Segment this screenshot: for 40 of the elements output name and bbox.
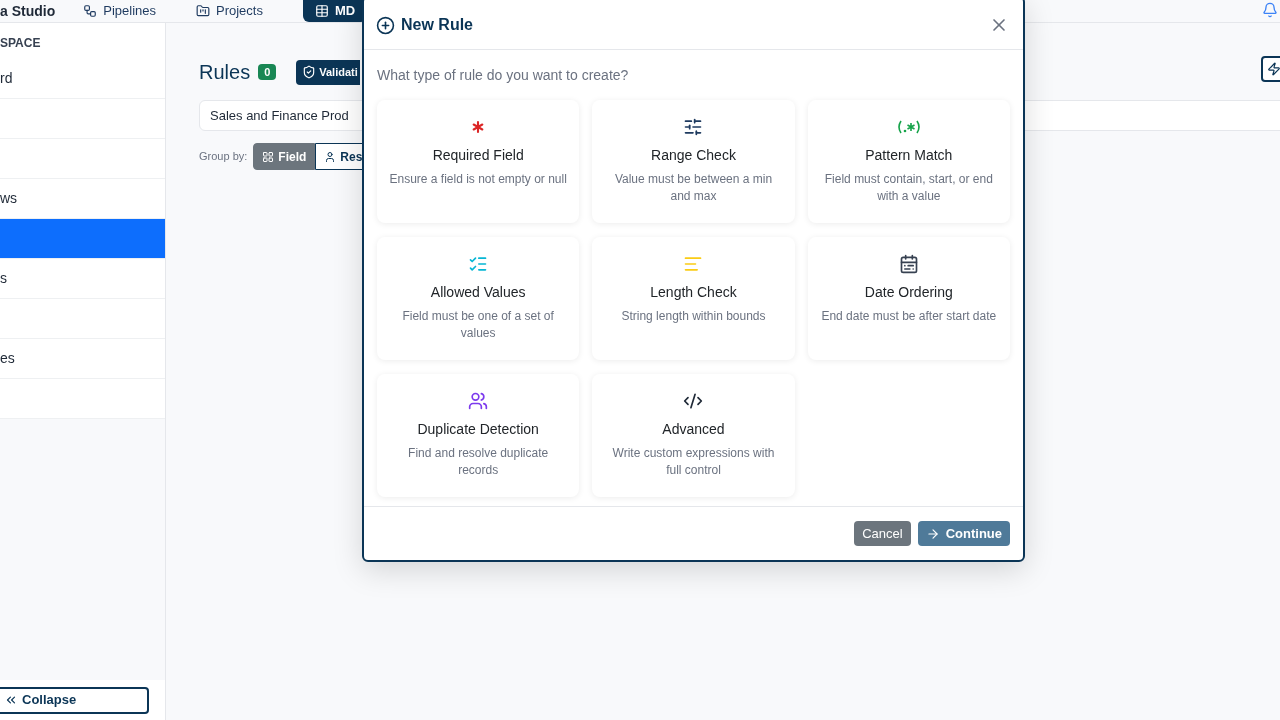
nav-tab[interactable]: Pipelines [71,0,168,22]
nav-icon [314,4,329,18]
count-badge: 0 [258,63,277,81]
rule-type-card[interactable]: Duplicate Detection Find and resolve duplicate records [377,374,580,497]
plus-circle-icon [376,15,395,35]
users-icon [468,391,489,411]
user-icon [324,150,337,163]
rule-type-card[interactable]: Required Field Ensure a field is not empty or null [377,100,580,223]
cancel-button[interactable]: Cancel [854,521,911,546]
shield-icon [302,65,317,79]
continue-button[interactable]: Continue [917,521,1010,546]
rule-type-card[interactable]: Length Check String length within bounds [592,237,795,360]
calendar-icon [898,254,919,274]
rule-type-card[interactable]: Date Ordering End date must be after start date [807,237,1010,360]
rule-type-card[interactable]: Allowed Values Field must be one of a set of values [377,237,580,360]
app-name: a Studio [0,1,56,21]
dialog-prompt: What type of rule do you want to create? [377,66,630,85]
text-lines-icon [683,254,704,274]
rule-type-card[interactable]: Pattern Match Field must contain, start, or end with a value [807,100,1010,223]
rule-type-card[interactable]: Range Check Value must be between a min and max [592,100,795,223]
checklist-icon [468,254,489,274]
bell-icon[interactable] [1262,2,1278,18]
validation-button[interactable]: Validati [296,59,360,85]
sidebar-item[interactable] [0,219,165,259]
rule-type-card[interactable]: Advanced Write custom expressions with full control [592,374,795,497]
group-toggle[interactable]: Field [253,143,316,170]
sidebar-heading: SPACE [0,35,42,52]
grid-icon [262,150,275,163]
collapse-button[interactable]: Collapse [0,686,149,714]
sliders-icon [683,117,704,137]
nav-tab[interactable]: Projects [184,0,275,22]
lightning-icon [1267,62,1280,76]
nav-icon [196,4,210,18]
arrow-right-icon [925,526,940,541]
chevrons-left-icon [4,693,18,707]
nav-icon [83,4,98,18]
dialog-title: New Rule [401,15,473,35]
group-by-label: Group by: [199,149,248,165]
page-title: Rules [199,60,251,85]
code-icon [683,391,704,411]
